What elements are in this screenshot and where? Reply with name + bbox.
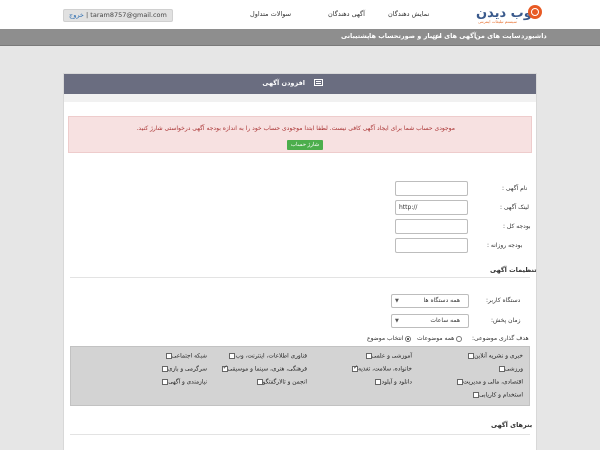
category-item[interactable]: خانواده، سلامت، تغذیه xyxy=(350,364,412,373)
category-item[interactable]: فرهنگی، هنری، سینما و موسیقی xyxy=(220,364,307,373)
targeting-label: هدف گذاری موضوعی: xyxy=(472,335,529,342)
add-ad-panel: افزودن آگهی موجودی حساب شما برای ایجاد آ… xyxy=(63,73,537,450)
category-checkbox[interactable] xyxy=(468,353,475,359)
category-checkbox[interactable] xyxy=(365,353,372,359)
category-item[interactable]: فناوری اطلاعات، اینترنت، وب xyxy=(227,353,307,360)
category-checkbox[interactable] xyxy=(375,379,382,385)
time-select[interactable]: همه ساعات ▼ xyxy=(391,314,469,328)
category-item[interactable]: نیازمندی و آگهی xyxy=(160,379,207,386)
banners-divider xyxy=(70,434,530,435)
category-checkbox[interactable] xyxy=(221,364,228,372)
nav-support[interactable]: پشتیبانی xyxy=(341,32,369,40)
site-logo[interactable]: وب دیدن سیستم تبلیغات اینترنتی xyxy=(476,4,542,26)
low-balance-alert: موجودی حساب شما برای ایجاد آگهی کافی نیس… xyxy=(68,116,532,153)
publishers-link[interactable]: نمایش دهندگان xyxy=(388,10,429,18)
ad-name-label: نام آگهی : xyxy=(502,185,528,192)
targeting-choose-label: انتخاب موضوع xyxy=(367,335,404,342)
category-checkbox[interactable] xyxy=(457,379,464,385)
top-bar: خروج | taram8757@gmail.com سوالات متداول… xyxy=(0,0,600,30)
panel-icon xyxy=(314,79,323,86)
panel-title: افزودن آگهی xyxy=(262,79,305,87)
settings-title: تنظیمات آگهی xyxy=(490,266,537,274)
daily-budget-label: بودجه روزانه : xyxy=(487,242,523,249)
category-item[interactable]: شبکه اجتماعی xyxy=(164,353,207,360)
user-email: taram8757@gmail.com xyxy=(90,11,167,19)
nav-billing[interactable]: اعتبار و صورتحساب ها xyxy=(369,32,442,40)
category-checkbox[interactable] xyxy=(161,366,168,372)
user-box: خروج | taram8757@gmail.com xyxy=(63,9,173,22)
category-checkbox[interactable] xyxy=(165,353,172,359)
category-item[interactable]: دانلود و آپلود xyxy=(373,379,412,386)
time-select-value: همه ساعات xyxy=(430,317,460,324)
category-checkbox[interactable] xyxy=(162,379,169,385)
banners-title: بنرهای آگهی xyxy=(491,421,533,429)
total-budget-input[interactable] xyxy=(395,219,468,234)
category-item[interactable]: ورزشی xyxy=(497,366,523,373)
daily-budget-input[interactable] xyxy=(395,238,468,253)
panel-header: افزودن آگهی xyxy=(64,74,536,94)
ad-name-input[interactable] xyxy=(395,181,468,196)
category-box: خبری و نشریه آنلاین ورزشی اقتصادی، مالی … xyxy=(70,346,530,406)
nav-dashboard[interactable]: داشبورد xyxy=(521,32,547,40)
faq-link[interactable]: سوالات متداول xyxy=(250,10,291,18)
logo-icon xyxy=(528,5,542,19)
category-item[interactable]: سرگرمی و بازی xyxy=(160,366,207,373)
category-item[interactable]: آموزشی و علمی xyxy=(364,353,412,360)
targeting-all-option[interactable]: همه موضوعات xyxy=(417,335,463,342)
targeting-choose-option[interactable]: انتخاب موضوع xyxy=(367,335,412,342)
logout-link[interactable]: خروج xyxy=(69,11,84,19)
category-item[interactable]: انجمن و تالارگفتگو xyxy=(255,379,307,386)
chevron-down-icon: ▼ xyxy=(395,318,399,324)
panel-subheader xyxy=(64,94,536,102)
logo-subtitle: سیستم تبلیغات اینترنتی xyxy=(478,19,517,24)
radio-targeting-choose[interactable] xyxy=(405,335,412,342)
radio-targeting-all[interactable] xyxy=(456,335,463,342)
ad-link-input[interactable] xyxy=(395,200,468,215)
settings-divider xyxy=(70,277,530,278)
category-item[interactable]: استخدام و کاریابی xyxy=(471,392,523,399)
targeting-all-label: همه موضوعات xyxy=(417,335,455,342)
alert-message: موجودی حساب شما برای ایجاد آگهی کافی نیس… xyxy=(136,125,455,132)
time-label: زمان پخش: xyxy=(491,317,521,324)
nav-my-sites[interactable]: سایت های من xyxy=(475,32,520,40)
category-checkbox[interactable] xyxy=(498,366,505,372)
category-checkbox[interactable] xyxy=(256,379,263,385)
category-checkbox[interactable] xyxy=(229,353,236,359)
chevron-down-icon: ▼ xyxy=(395,298,399,304)
device-select[interactable]: همه دستگاه ها ▼ xyxy=(391,294,469,308)
main-nav: داشبورد سایت های من آگهی های من اعتبار و… xyxy=(0,29,600,46)
advertisers-link[interactable]: آگهی دهندگان xyxy=(328,10,365,18)
total-budget-label: بودجه کل : xyxy=(503,223,531,230)
category-item[interactable]: اقتصادی، مالی و مدیریت xyxy=(455,379,523,386)
device-select-value: همه دستگاه ها xyxy=(423,297,460,304)
ad-link-label: لینک آگهی : xyxy=(500,204,529,211)
charge-account-button[interactable]: شارژ حساب xyxy=(287,140,323,150)
category-checkbox[interactable] xyxy=(473,392,480,398)
device-label: دستگاه کاربر: xyxy=(486,297,521,304)
category-item[interactable]: خبری و نشریه آنلاین xyxy=(466,353,523,360)
category-checkbox[interactable] xyxy=(352,364,358,372)
